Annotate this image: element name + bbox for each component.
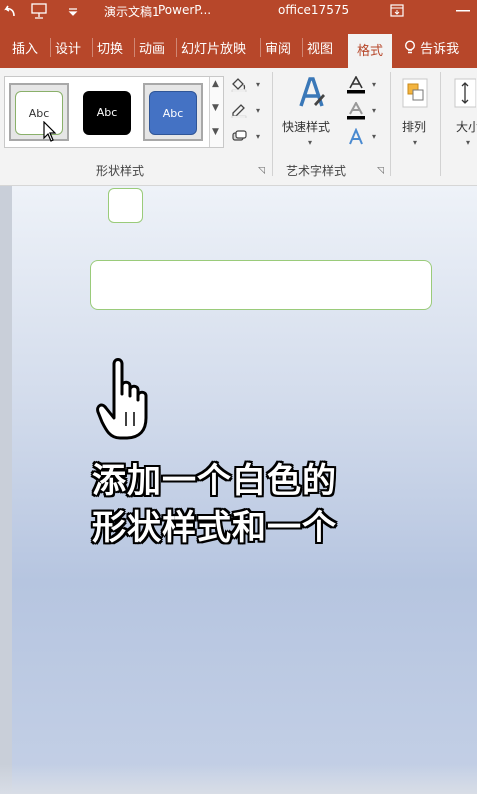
- wordart-styles-group-label: 艺术字样式: [286, 164, 347, 178]
- gallery-scrollbar[interactable]: ▲ ▼ ▼: [209, 77, 223, 147]
- customize-toolbar-icon[interactable]: [68, 7, 78, 17]
- gallery-more-icon[interactable]: ▼: [212, 127, 219, 137]
- wordart-a-icon: [299, 77, 325, 107]
- text-outline-icon: [347, 100, 365, 120]
- size-icon: [454, 78, 476, 108]
- wordart-dialog-launcher-icon[interactable]: ◹: [377, 166, 384, 176]
- arrange-label: 排列: [402, 120, 427, 134]
- tab-transitions[interactable]: 切换: [92, 38, 123, 57]
- shape-fill-button[interactable]: ▾: [230, 76, 260, 96]
- shape-style-white[interactable]: Abc: [9, 83, 69, 141]
- slide-shape-small[interactable]: [108, 188, 143, 223]
- title-bar: 演示文稿1 PowerP... office17575: [0, 0, 477, 22]
- shape-style-blue[interactable]: Abc: [143, 83, 203, 141]
- shape-effects-button[interactable]: ▾: [230, 128, 260, 148]
- scroll-up-icon[interactable]: ▲: [212, 79, 219, 89]
- shape-style-black[interactable]: Abc: [77, 83, 137, 141]
- size-label: 大小: [456, 120, 477, 134]
- undo-icon[interactable]: [4, 4, 16, 18]
- chevron-down-icon: ▾: [308, 138, 313, 147]
- slide-pane-edge: [0, 186, 12, 794]
- slide-shape-rounded-rectangle[interactable]: [90, 260, 432, 310]
- ribbon-display-options-icon[interactable]: [390, 4, 404, 17]
- app-name: PowerP...: [158, 3, 212, 17]
- tab-design[interactable]: 设计: [50, 38, 81, 57]
- quick-styles-label: 快速样式: [282, 120, 331, 134]
- text-effects-icon: [349, 127, 363, 145]
- tab-slideshow[interactable]: 幻灯片放映: [176, 38, 246, 57]
- group-divider: [272, 72, 273, 176]
- text-fill-button[interactable]: ▾: [346, 75, 376, 96]
- shape-outline-button[interactable]: ▾: [230, 102, 260, 122]
- tell-me-search[interactable]: 告诉我: [404, 38, 459, 57]
- shape-styles-group-label: 形状样式: [96, 164, 145, 178]
- text-outline-button[interactable]: ▾: [346, 100, 376, 122]
- tab-format[interactable]: 格式: [348, 34, 392, 68]
- account-name[interactable]: office17575: [278, 3, 349, 17]
- tab-review[interactable]: 审阅: [260, 38, 291, 57]
- shape-effects-icon: [232, 130, 247, 141]
- tab-animations[interactable]: 动画: [134, 38, 165, 57]
- tell-me-label: 告诉我: [420, 42, 460, 57]
- size-button[interactable]: 大小 ▾: [446, 74, 477, 154]
- start-from-beginning-icon[interactable]: [30, 3, 48, 19]
- text-effects-button[interactable]: ▾: [346, 127, 376, 148]
- arrange-icon: [402, 78, 428, 108]
- shape-style-swatch: Abc: [83, 91, 131, 135]
- pencil-icon: [231, 104, 247, 119]
- group-divider: [390, 72, 391, 176]
- scroll-down-icon[interactable]: ▼: [212, 103, 219, 113]
- text-fill-icon: [347, 75, 365, 94]
- arrange-button[interactable]: 排列 ▾: [396, 74, 436, 154]
- ribbon-tabs: 插入 设计 切换 动画 幻灯片放映 审阅 视图 格式 告诉我: [0, 22, 477, 68]
- tab-insert[interactable]: 插入: [12, 38, 38, 57]
- bottom-shadow: [0, 764, 477, 794]
- caption-line-1: 添加一个白色的: [92, 461, 337, 501]
- shape-style-swatch: Abc: [149, 91, 197, 135]
- group-divider: [440, 72, 441, 176]
- tab-view[interactable]: 视图: [302, 38, 333, 57]
- paint-bucket-icon: [231, 78, 247, 93]
- ribbon: Abc Abc Abc ▲ ▼ ▼ ▾ ▾ ▾ 形状样式 ◹ 快速样式 ▾ ▾ …: [0, 68, 477, 186]
- minimize-icon[interactable]: [456, 10, 470, 12]
- quick-styles-button[interactable]: 快速样式 ▾: [280, 74, 344, 154]
- chevron-down-icon: ▾: [413, 138, 418, 147]
- hand-pointer-icon: [96, 358, 148, 440]
- chevron-down-icon: ▾: [466, 138, 471, 147]
- shape-styles-dialog-launcher-icon[interactable]: ◹: [258, 166, 265, 176]
- document-title: 演示文稿1: [104, 5, 160, 19]
- mouse-cursor-icon: [43, 121, 57, 142]
- lightbulb-icon: [404, 40, 416, 54]
- shape-styles-gallery: Abc Abc Abc ▲ ▼ ▼: [4, 76, 224, 148]
- caption-line-2: 形状样式和一个: [92, 508, 337, 548]
